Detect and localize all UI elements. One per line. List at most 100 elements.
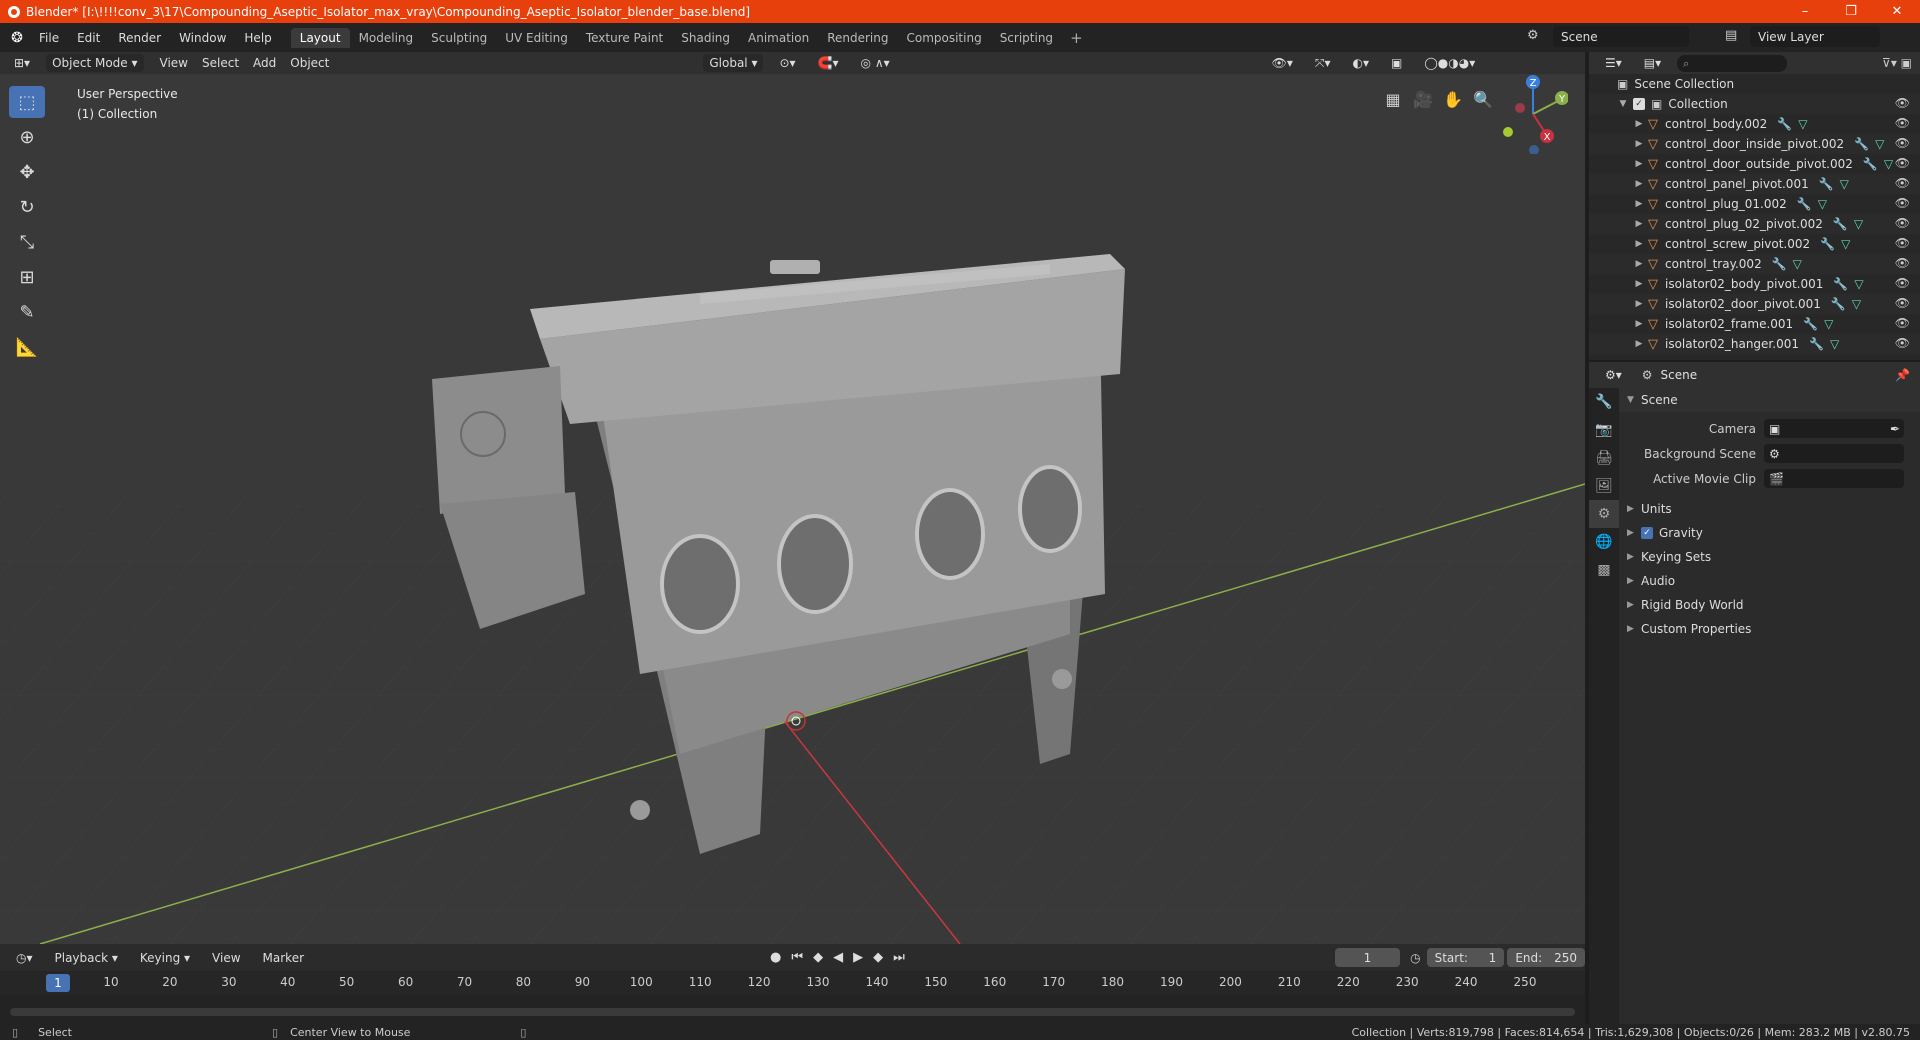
audio-subpanel[interactable]: ▶ Audio: [1619, 569, 1920, 593]
xray-icon[interactable]: ▣: [1385, 54, 1408, 72]
scene-tab-icon[interactable]: ⚙: [1589, 500, 1619, 528]
camera-view-icon[interactable]: 🎥: [1408, 86, 1438, 112]
end-frame-field[interactable]: End: 250: [1507, 948, 1586, 967]
pan-view-icon[interactable]: ✋: [1438, 86, 1468, 112]
units-subpanel[interactable]: ▶ Units: [1619, 497, 1920, 521]
keying-sets-subpanel[interactable]: ▶ Keying Sets: [1619, 545, 1920, 569]
outliner-search-input[interactable]: ⌕: [1677, 54, 1788, 72]
modifier-icon[interactable]: 🔧 ▽: [1803, 317, 1833, 331]
expand-arrow-icon[interactable]: ▶: [1633, 199, 1645, 209]
tab-shading[interactable]: Shading: [672, 28, 739, 48]
modifier-icon[interactable]: 🔧 ▽: [1820, 237, 1850, 251]
mesh-data-icon[interactable]: ▽: [1875, 137, 1884, 151]
mode-dropdown[interactable]: Object Mode ▾: [46, 54, 144, 72]
menu-render[interactable]: Render: [109, 31, 170, 45]
tab-compositing[interactable]: Compositing: [897, 28, 990, 48]
playhead-frame[interactable]: 1: [46, 974, 70, 992]
tab-texture-paint[interactable]: Texture Paint: [577, 28, 672, 48]
eye-icon[interactable]: 👁: [1895, 296, 1910, 310]
jump-start-icon[interactable]: ⏮: [791, 950, 803, 965]
modifier-icon[interactable]: 🔧 ▽: [1833, 217, 1863, 231]
maximize-button[interactable]: ❐: [1828, 4, 1874, 19]
tab-animation[interactable]: Animation: [739, 28, 818, 48]
outliner-object-row[interactable]: ▶ ▽ isolator02_hanger.001 🔧 ▽ 👁: [1589, 334, 1920, 354]
move-tool-icon[interactable]: ✥: [9, 156, 45, 188]
outliner-object-row[interactable]: ▶ ▽ control_tray.002 🔧 ▽ 👁: [1589, 254, 1920, 274]
scale-tool-icon[interactable]: ⤡: [9, 226, 45, 258]
eye-icon[interactable]: 👁: [1895, 276, 1910, 290]
playback-menu[interactable]: Playback ▾: [49, 949, 124, 967]
outliner-object-row[interactable]: ▶ ▽ control_panel_pivot.001 🔧 ▽ 👁: [1589, 174, 1920, 194]
expand-arrow-icon[interactable]: ▶: [1633, 339, 1645, 349]
timeline-editor-type-icon[interactable]: ◷▾: [10, 949, 39, 967]
menu-window[interactable]: Window: [170, 31, 235, 45]
expand-arrow-icon[interactable]: ▶: [1633, 299, 1645, 309]
tab-scripting[interactable]: Scripting: [991, 28, 1062, 48]
mesh-data-icon[interactable]: ▽: [1854, 217, 1863, 231]
mesh-data-icon[interactable]: ▽: [1824, 317, 1833, 331]
expand-arrow-icon[interactable]: ▶: [1633, 259, 1645, 269]
eye-icon[interactable]: 👁: [1895, 136, 1910, 150]
menu-edit[interactable]: Edit: [68, 31, 109, 45]
scene-selector-icon[interactable]: ⚙: [1527, 28, 1539, 43]
play-reverse-icon[interactable]: ◀: [833, 950, 843, 965]
outliner-object-row[interactable]: ▶ ▽ control_plug_02_pivot.002 🔧 ▽ 👁: [1589, 214, 1920, 234]
gizmo-toggle-icon[interactable]: ⤧▾: [1309, 54, 1337, 72]
tab-layout[interactable]: Layout: [290, 27, 350, 48]
scene-collection-row[interactable]: ▣ Scene Collection: [1589, 74, 1920, 94]
add-workspace-icon[interactable]: +: [1062, 29, 1091, 47]
record-icon[interactable]: ●: [770, 950, 781, 965]
outliner-editor-type-icon[interactable]: ☰▾: [1599, 54, 1628, 72]
collection-checkbox[interactable]: ✓: [1633, 98, 1645, 110]
eye-icon[interactable]: 👁: [1895, 216, 1910, 230]
eye-icon[interactable]: 👁: [1895, 336, 1910, 350]
editor-type-icon[interactable]: ⊞▾: [8, 54, 36, 72]
modifier-icon[interactable]: 🔧 ▽: [1833, 277, 1863, 291]
timeline-view-menu[interactable]: View: [206, 949, 246, 967]
tab-modeling[interactable]: Modeling: [350, 28, 423, 48]
modifier-icon[interactable]: 🔧 ▽: [1819, 177, 1849, 191]
add-menu[interactable]: Add: [247, 54, 282, 72]
measure-tool-icon[interactable]: 📐: [9, 331, 45, 363]
select-box-tool-icon[interactable]: ⬚: [9, 86, 45, 118]
select-menu[interactable]: Select: [196, 54, 245, 72]
close-button[interactable]: ✕: [1874, 4, 1920, 19]
modifier-icon[interactable]: 🔧 ▽: [1831, 297, 1861, 311]
mesh-data-icon[interactable]: ▽: [1818, 197, 1827, 211]
outliner-object-row[interactable]: ▶ ▽ isolator02_frame.001 🔧 ▽ 👁: [1589, 314, 1920, 334]
texture-tab-icon[interactable]: ▩: [1589, 556, 1619, 584]
outliner-object-row[interactable]: ▶ ▽ control_body.002 🔧 ▽ 👁: [1589, 114, 1920, 134]
expand-arrow-icon[interactable]: ▶: [1633, 159, 1645, 169]
mesh-data-icon[interactable]: ▽: [1830, 337, 1839, 351]
expand-arrow-icon[interactable]: ▶: [1633, 219, 1645, 229]
visibility-icon[interactable]: 👁▾: [1266, 54, 1299, 72]
play-icon[interactable]: ▶: [853, 950, 863, 965]
outliner-object-row[interactable]: ▶ ▽ isolator02_body_pivot.001 🔧 ▽ 👁: [1589, 274, 1920, 294]
current-frame-field[interactable]: 1: [1334, 948, 1401, 967]
prev-keyframe-icon[interactable]: ◆: [813, 950, 823, 965]
active-movie-clip-field[interactable]: 🎬: [1764, 469, 1904, 488]
transform-tool-icon[interactable]: ⊞: [9, 261, 45, 293]
clock-icon[interactable]: ◷: [1410, 951, 1420, 965]
tab-sculpting[interactable]: Sculpting: [422, 28, 496, 48]
menu-help[interactable]: Help: [235, 31, 280, 45]
blender-menu-icon[interactable]: ❂: [4, 30, 30, 46]
expand-arrow-icon[interactable]: ▶: [1633, 239, 1645, 249]
eye-icon[interactable]: 👁: [1895, 156, 1910, 170]
frame-ruler[interactable]: 1 10 20 30 40 50 60 70 80 90 100 110 120 130 140 150 16…: [0, 971, 1585, 995]
tab-uv-editing[interactable]: UV Editing: [496, 28, 577, 48]
expand-arrow-icon[interactable]: ▶: [1633, 139, 1645, 149]
mesh-data-icon[interactable]: ▽: [1841, 237, 1850, 251]
expand-arrow-icon[interactable]: ▶: [1633, 319, 1645, 329]
view-menu[interactable]: View: [154, 54, 194, 72]
scene-panel-header[interactable]: ▼ Scene: [1619, 388, 1920, 412]
rigid-body-world-subpanel[interactable]: ▶ Rigid Body World: [1619, 593, 1920, 617]
gravity-checkbox[interactable]: ✓: [1641, 527, 1653, 539]
navigation-gizmo[interactable]: Z Y X: [1498, 74, 1568, 154]
pin-icon[interactable]: 📌: [1895, 368, 1910, 382]
outliner-object-row[interactable]: ▶ ▽ control_door_outside_pivot.002 🔧 ▽ 👁: [1589, 154, 1920, 174]
properties-editor-type-icon[interactable]: ⚙▾: [1599, 366, 1628, 384]
keying-menu[interactable]: Keying ▾: [134, 949, 196, 967]
next-keyframe-icon[interactable]: ◆: [873, 950, 883, 965]
eye-icon[interactable]: 👁: [1895, 196, 1910, 210]
